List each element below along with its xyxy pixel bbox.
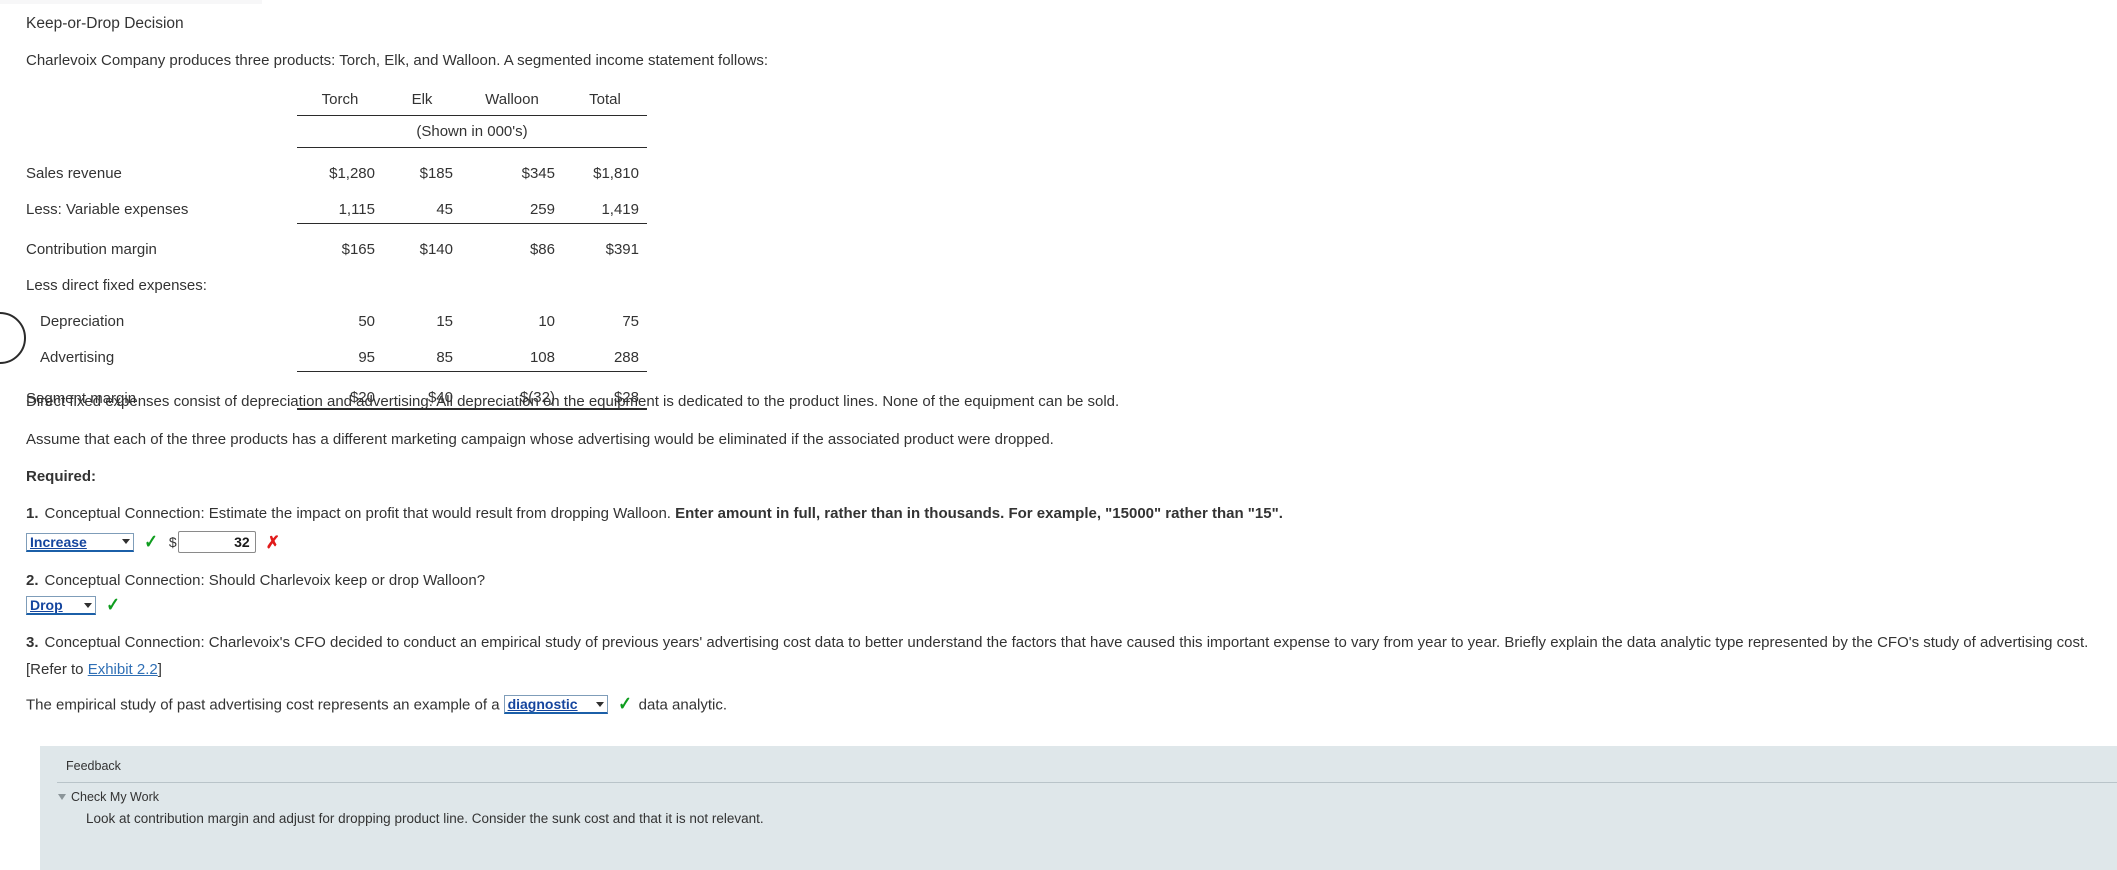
col-header-total: Total [589, 91, 621, 108]
cell-walloon: 10 [538, 313, 555, 330]
required-label: Required: [26, 468, 97, 485]
question-2-answer-row: Drop ✓ [26, 596, 121, 615]
question-1-answer-row: Increase ✓ $ ✗ [26, 531, 280, 553]
exercise-page: Keep-or-Drop Decision Charlevoix Company… [0, 0, 2117, 870]
top-edge-band [0, 0, 262, 4]
increase-decrease-dropdown[interactable]: Increase [26, 532, 134, 552]
refer-to-exhibit: [Refer to Exhibit 2.2] [26, 661, 162, 678]
correct-check-icon: ✓ [617, 694, 632, 715]
chevron-down-icon [84, 602, 92, 608]
cell-total: 1,419 [601, 201, 639, 218]
cell-walloon: 108 [529, 349, 555, 366]
row-label: Less direct fixed expenses: [26, 277, 207, 294]
col-header-blank [26, 82, 297, 116]
feedback-divider [57, 782, 2117, 783]
table-row-variable-expenses: Less: Variable expenses 1,115 45 259 1,4… [26, 184, 647, 220]
cell-walloon: 259 [529, 201, 555, 218]
col-header-torch: Torch [321, 91, 359, 108]
question-1: 1. Conceptual Connection: Estimate the im… [26, 505, 1283, 522]
exhibit-link[interactable]: Exhibit 2.2 [88, 661, 158, 678]
table-row-sales-revenue: Sales revenue $1,280 $185 $345 $1,810 [26, 148, 647, 185]
units-note-row: (Shown in 000's) [26, 115, 647, 148]
correct-check-icon: ✓ [106, 595, 120, 616]
refer-suffix: ] [157, 661, 162, 678]
feedback-title: Feedback [66, 759, 121, 773]
feedback-body-text: Look at contribution margin and adjust f… [86, 811, 764, 826]
segmented-income-statement: Torch Elk Walloon Total (Shown in 000's)… [26, 82, 647, 410]
analytic-type-dropdown-wrap: diagnostic ✓ [503, 694, 633, 715]
correct-check-icon: ✓ [144, 531, 158, 553]
analytic-type-dropdown-value: diagnostic [507, 696, 578, 712]
increase-decrease-dropdown-value: Increase [30, 533, 87, 550]
cell-torch: $1,280 [329, 165, 375, 182]
check-my-work-label: Check My Work [71, 790, 159, 804]
cell-torch: 95 [358, 349, 375, 366]
page-title: Keep-or-Drop Decision [26, 15, 184, 32]
row-label: Contribution margin [26, 241, 157, 258]
table-header-row: Torch Elk Walloon Total [26, 82, 647, 116]
caret-down-icon [58, 794, 66, 800]
check-my-work-toggle[interactable]: Check My Work [58, 790, 159, 804]
feedback-panel: Feedback Check My Work Look at contribut… [40, 746, 2117, 870]
loading-circle-icon [0, 312, 26, 364]
row-label: Depreciation [40, 313, 125, 330]
chevron-down-icon [122, 539, 130, 544]
incorrect-x-icon: ✗ [265, 532, 280, 552]
note-direct-fixed-expenses: Direct fixed expenses consist of depreci… [26, 393, 1120, 410]
cell-elk: 15 [436, 313, 453, 330]
cell-total: $391 [605, 241, 639, 258]
cell-torch: $165 [341, 241, 375, 258]
refer-prefix: [Refer to [26, 661, 88, 678]
row-label: Less: Variable expenses [26, 201, 189, 218]
question-3-number: 3. [26, 634, 39, 651]
question-2-text: Conceptual Connection: Should Charlevoix… [44, 572, 486, 589]
cell-total: 288 [613, 349, 639, 366]
note-assume: Assume that each of the three products h… [26, 431, 1054, 448]
table-row-contribution-margin: Contribution margin $165 $140 $86 $391 [26, 224, 647, 261]
cell-elk: 85 [436, 349, 453, 366]
answer-suffix-text: data analytic. [638, 696, 728, 714]
question-1-number: 1. [26, 505, 39, 522]
col-header-elk: Elk [411, 91, 433, 108]
row-label: Sales revenue [26, 165, 122, 182]
table-row-depreciation: Depreciation 50 15 10 75 [26, 296, 647, 332]
cell-torch: 1,115 [338, 201, 375, 218]
cell-elk: $140 [419, 241, 453, 258]
cell-total: $1,810 [593, 165, 639, 182]
intro-paragraph: Charlevoix Company produces three produc… [26, 52, 769, 69]
dollar-sign-label: $ [168, 534, 177, 550]
question-1-bold-note: Enter amount in full, rather than in tho… [675, 505, 1283, 522]
question-2-number: 2. [26, 572, 39, 589]
row-label: Advertising [40, 349, 115, 366]
table-row-advertising: Advertising 95 85 108 288 [26, 332, 647, 368]
col-header-walloon: Walloon [485, 91, 539, 108]
cell-elk: 45 [436, 201, 453, 218]
cell-elk: $185 [419, 165, 453, 182]
keep-or-drop-dropdown-value: Drop [30, 597, 63, 613]
profit-impact-input[interactable] [177, 531, 256, 553]
cell-walloon: $345 [521, 165, 555, 182]
question-3-answer-row: The empirical study of past advertising … [26, 694, 728, 715]
units-note: (Shown in 000's) [297, 115, 647, 148]
question-3-text: Conceptual Connection: Charlevoix's CFO … [44, 634, 2089, 651]
cell-total: 75 [622, 313, 639, 330]
keep-or-drop-dropdown[interactable]: Drop [26, 596, 96, 615]
cell-walloon: $86 [529, 241, 555, 258]
chevron-down-icon [595, 701, 604, 707]
cell-torch: 50 [358, 313, 375, 330]
question-2: 2. Conceptual Connection: Should Charlevo… [26, 572, 485, 589]
table-row-less-direct-fixed-expenses: Less direct fixed expenses: [26, 260, 647, 296]
answer-prefix-text: The empirical study of past advertising … [26, 696, 500, 714]
analytic-type-dropdown[interactable]: diagnostic [503, 695, 608, 714]
question-3: 3. Conceptual Connection: Charlevoix's CF… [26, 634, 2106, 651]
question-1-text: Conceptual Connection: Estimate the impa… [44, 505, 676, 522]
